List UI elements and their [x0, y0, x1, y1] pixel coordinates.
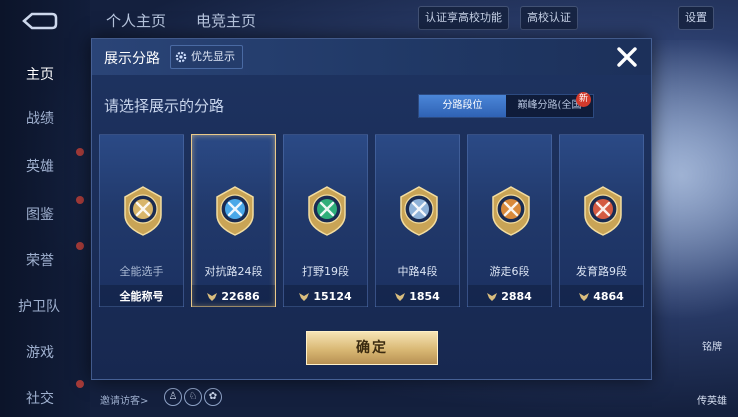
campus-auth-button[interactable]: 高校认证 — [520, 6, 578, 30]
nav-item-honor[interactable]: 荣誉 — [0, 250, 90, 270]
lane-card-stat: 4864 — [560, 285, 643, 307]
notification-dot — [76, 148, 84, 156]
back-icon[interactable] — [18, 10, 60, 32]
nav-item-codex[interactable]: 图鉴 — [0, 204, 90, 224]
lane-card-stat: 全能称号 — [100, 285, 183, 307]
gear-icon — [175, 51, 187, 63]
lane-card[interactable]: 发育路9段 4864 — [559, 134, 644, 307]
lane-card-name: 游走6段 — [489, 265, 530, 278]
lane-card-name: 全能选手 — [119, 265, 164, 278]
settings-button[interactable]: 设置 — [678, 6, 714, 30]
tab-personal-home[interactable]: 个人主页 — [106, 10, 166, 31]
farm-lane-badge-icon — [584, 186, 622, 236]
lane-card-stat-value: 1854 — [409, 289, 440, 303]
visitor-icon[interactable]: ✿ — [204, 388, 222, 406]
priority-display-label: 优先显示 — [191, 50, 235, 63]
lane-card-name: 打野19段 — [302, 265, 349, 278]
lane-card[interactable]: 中路4段 1854 — [375, 134, 460, 307]
lane-card-stat: 22686 — [192, 285, 275, 307]
lane-card-name: 中路4段 — [397, 265, 438, 278]
close-icon[interactable] — [613, 43, 641, 71]
lane-card-stat-value: 2884 — [501, 289, 532, 303]
lane-card[interactable]: 全能选手 全能称号 — [99, 134, 184, 307]
rank-points-icon — [207, 292, 218, 301]
nav-item-heroes[interactable]: 英雄 — [0, 156, 90, 176]
mid-lane-badge-icon — [400, 186, 438, 236]
new-badge: 新 — [576, 92, 591, 107]
dialog-header: 展示分路 优先显示 — [92, 39, 651, 75]
lane-card-stat: 1854 — [376, 285, 459, 307]
notification-dot — [76, 196, 84, 204]
campus-auth-tip[interactable]: 认证享高校功能 — [418, 6, 509, 30]
nav-item-home[interactable]: 主页 — [0, 64, 90, 84]
lane-display-dialog: 展示分路 优先显示 请选择展示的分路 分路段位 巅峰分路(全国 新 全能选手全能… — [91, 38, 652, 380]
jungle-badge-icon — [308, 186, 346, 236]
lane-card-stat-value: 全能称号 — [119, 290, 164, 303]
nav-item-social[interactable]: 社交 — [0, 388, 90, 408]
invite-visitors-link[interactable]: 邀请访客> — [100, 392, 148, 407]
dialog-subtitle: 请选择展示的分路 — [104, 97, 225, 115]
nav-item-records[interactable]: 战绩 — [0, 108, 90, 128]
lane-card-stat-value: 4864 — [593, 289, 624, 303]
all-round-badge-icon — [124, 186, 162, 236]
tab-lane-rank[interactable]: 分路段位 — [419, 95, 506, 117]
nav-item-games[interactable]: 游戏 — [0, 342, 90, 362]
lane-card[interactable]: 打野19段 15124 — [283, 134, 368, 307]
hero-pass-label[interactable]: 传英雄 — [692, 392, 732, 407]
lane-card-stat: 2884 — [468, 285, 551, 307]
confirm-button[interactable]: 确定 — [306, 331, 438, 365]
dialog-title: 展示分路 — [104, 51, 160, 67]
visitor-icon[interactable]: ♘ — [184, 388, 202, 406]
lane-card-name: 发育路9段 — [576, 265, 627, 278]
rank-points-icon — [487, 292, 498, 301]
lane-card-name: 对抗路24段 — [204, 265, 263, 278]
rank-points-icon — [299, 292, 310, 301]
tab-esports-home[interactable]: 电竞主页 — [196, 10, 256, 31]
rank-points-icon — [579, 292, 590, 301]
nameplate-label[interactable]: 铭牌 — [692, 338, 732, 353]
rank-points-icon — [395, 292, 406, 301]
nav-item-guard-team[interactable]: 护卫队 — [0, 296, 90, 316]
notification-dot — [76, 380, 84, 388]
roam-badge-icon — [492, 186, 530, 236]
priority-display-button[interactable]: 优先显示 — [170, 45, 243, 69]
lane-card[interactable]: 游走6段 2884 — [467, 134, 552, 307]
lane-mode-toggle: 分路段位 巅峰分路(全国 — [418, 94, 594, 118]
lane-card[interactable]: 对抗路24段 22686 — [191, 134, 276, 307]
notification-dot — [76, 242, 84, 250]
lane-card-stat: 15124 — [284, 285, 367, 307]
left-nav: 主页 战绩 英雄 图鉴 荣誉 护卫队 游戏 社交 — [0, 0, 90, 417]
lane-card-stat-value: 15124 — [313, 289, 352, 303]
clash-lane-badge-icon — [216, 186, 254, 236]
visitor-icon[interactable]: ♙ — [164, 388, 182, 406]
lane-card-stat-value: 22686 — [221, 289, 260, 303]
